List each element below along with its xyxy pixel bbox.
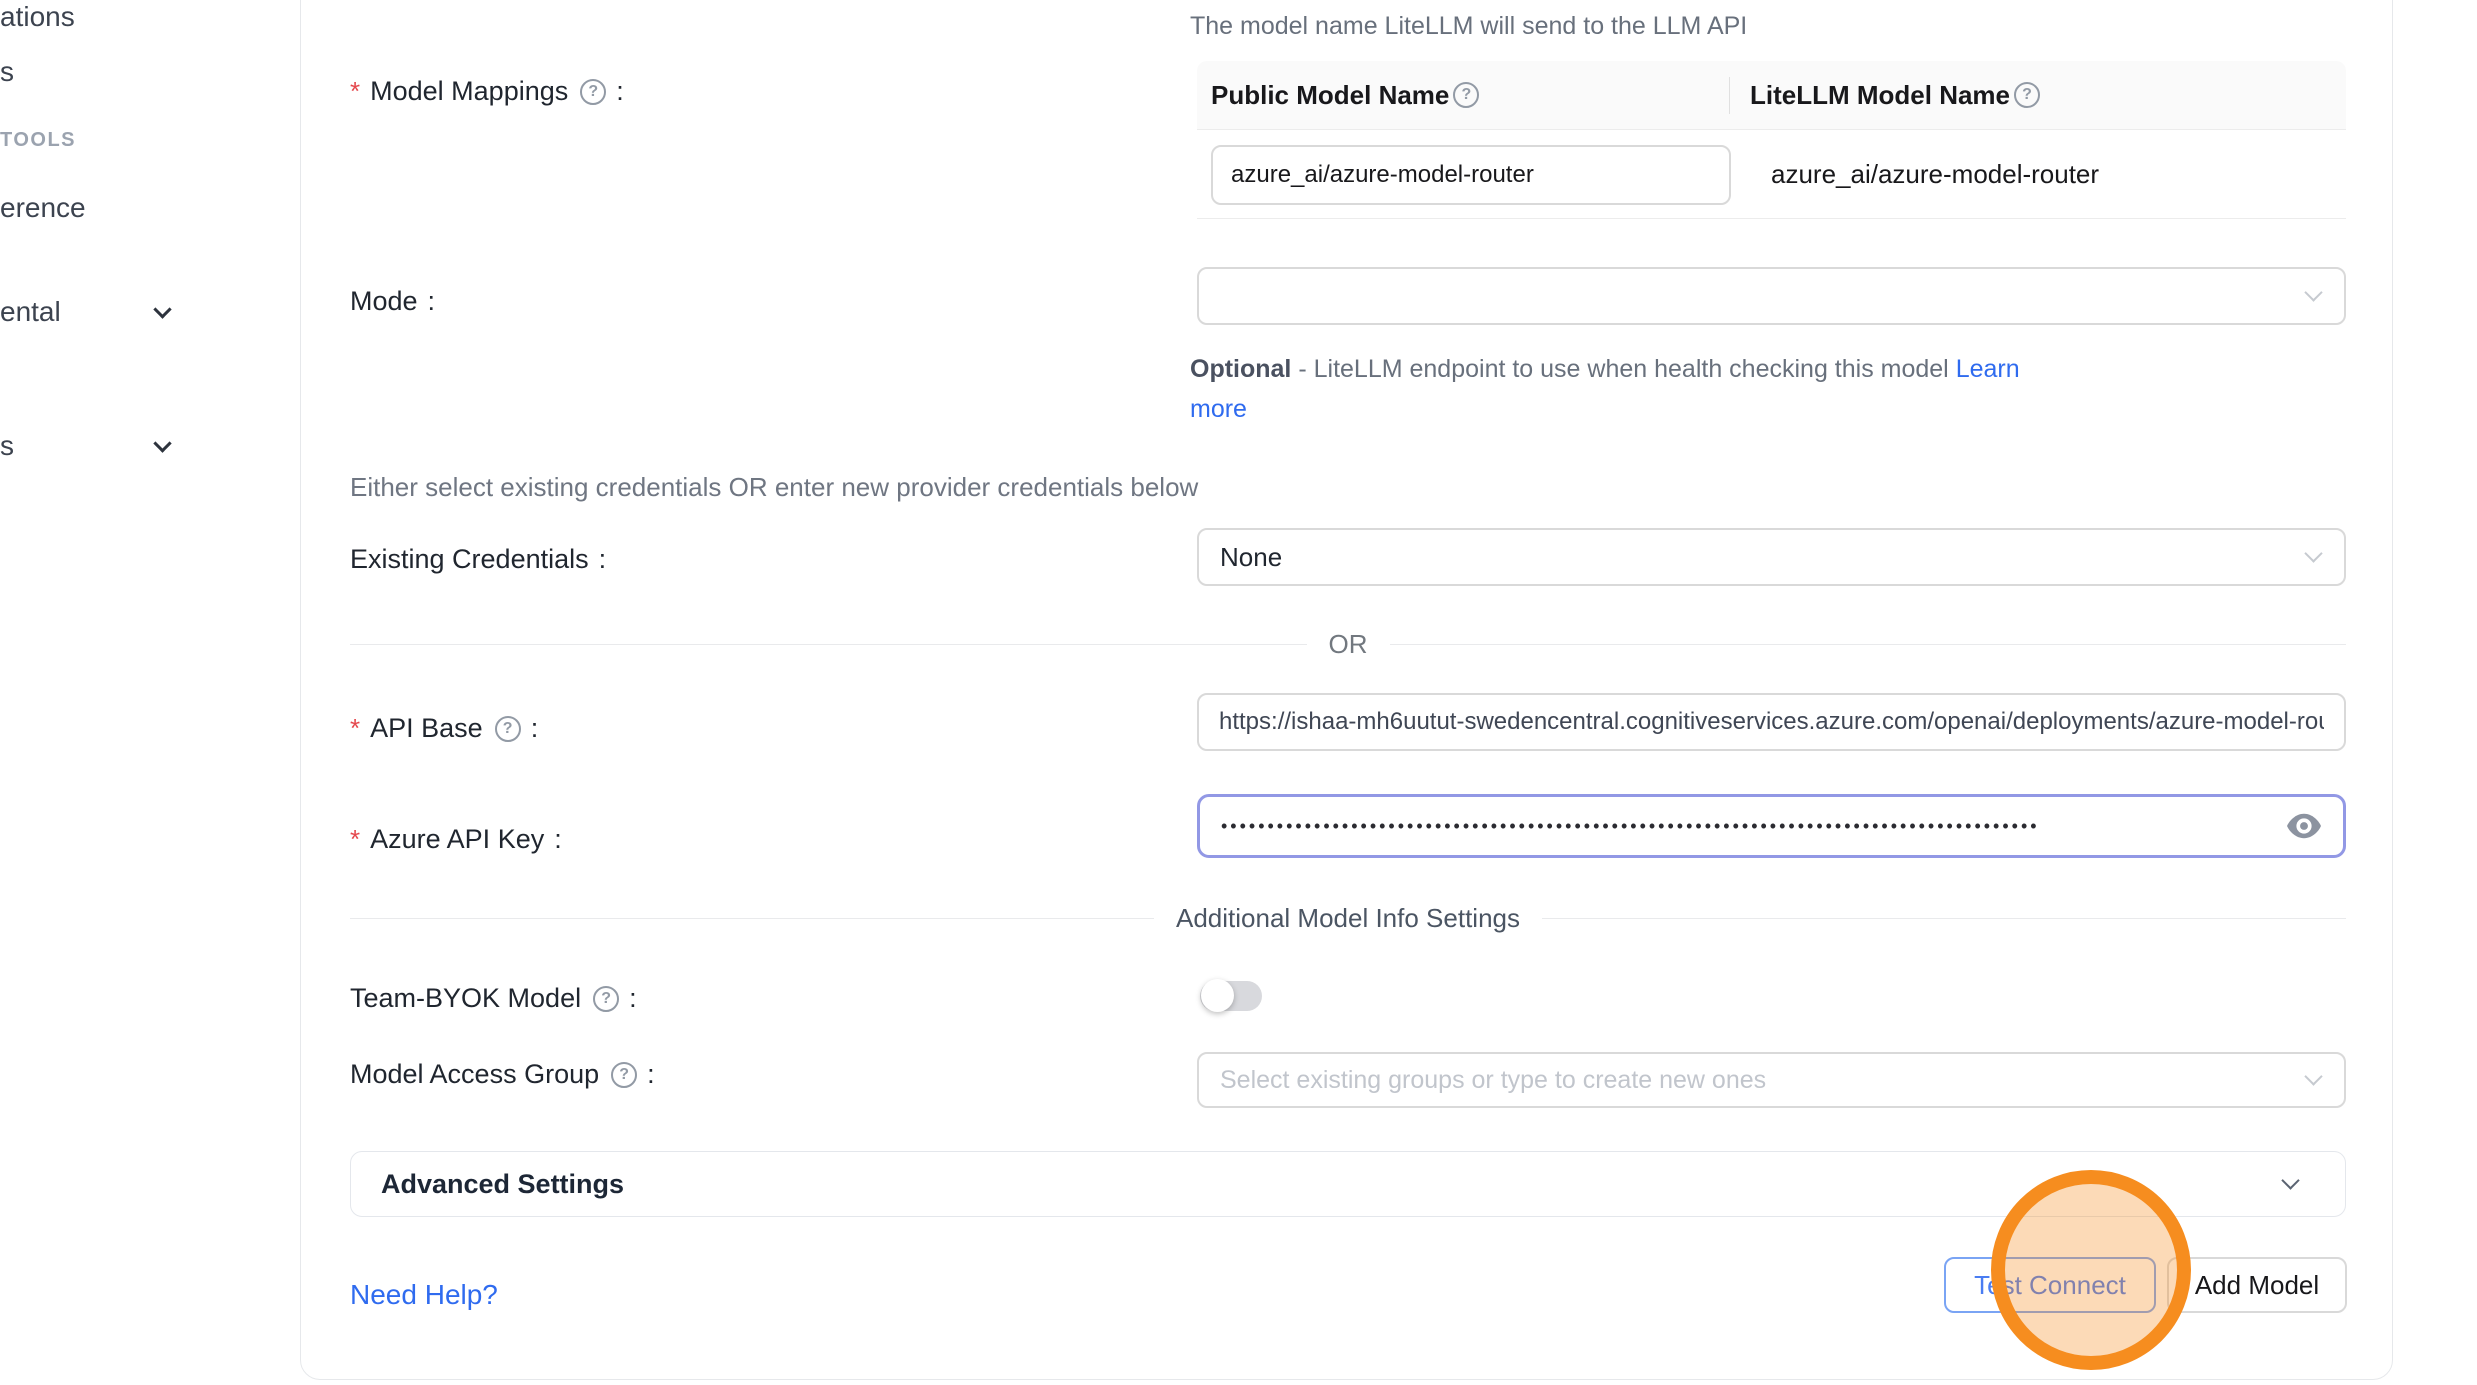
help-question-icon[interactable]: ? xyxy=(1453,82,1479,108)
required-asterisk: * xyxy=(350,824,360,855)
chevron-down-icon xyxy=(2307,286,2320,304)
chevron-down-icon xyxy=(2284,1174,2297,1192)
model-access-group-label: Model Access Group ? : xyxy=(350,1059,655,1090)
required-asterisk: * xyxy=(350,713,360,744)
test-connect-button[interactable]: Test Connect xyxy=(1944,1257,2156,1313)
add-model-page: ations s TOOLS erence ental s The model … xyxy=(0,0,2477,1385)
team-byok-toggle[interactable] xyxy=(1200,981,1262,1011)
mode-hint: Optional - LiteLLM endpoint to use when … xyxy=(1190,349,2030,429)
chevron-down-icon xyxy=(2307,547,2320,565)
learn-more-link[interactable]: more xyxy=(1190,395,1247,423)
api-base-input[interactable] xyxy=(1197,693,2346,751)
sidebar-item-ental[interactable]: ental xyxy=(0,296,61,328)
api-base-label: * API Base ? : xyxy=(350,713,538,744)
table-header: Public Model Name ? LiteLLM Model Name ? xyxy=(1197,61,2346,130)
sidebar-item-s[interactable]: s xyxy=(0,56,14,88)
help-question-icon[interactable]: ? xyxy=(593,986,619,1012)
add-model-button[interactable]: Add Model xyxy=(2167,1257,2347,1313)
or-divider: OR xyxy=(350,629,2346,660)
help-question-icon[interactable]: ? xyxy=(611,1062,637,1088)
table-row: azure_ai/azure-model-router xyxy=(1197,130,2346,219)
existing-credentials-label: Existing Credentials: xyxy=(350,544,606,575)
chevron-down-icon[interactable] xyxy=(156,303,169,321)
column-divider xyxy=(1729,77,1730,114)
toggle-knob xyxy=(1201,979,1234,1012)
masked-password: ••••••••••••••••••••••••••••••••••••••••… xyxy=(1200,816,2250,837)
column-header-litellm-model-name: LiteLLM Model Name xyxy=(1750,80,2010,111)
model-access-group-select[interactable]: Select existing groups or type to create… xyxy=(1197,1052,2346,1108)
azure-api-key-input[interactable]: ••••••••••••••••••••••••••••••••••••••••… xyxy=(1197,794,2346,858)
team-byok-label: Team-BYOK Model ? : xyxy=(350,983,637,1014)
model-mappings-table: Public Model Name ? LiteLLM Model Name ?… xyxy=(1197,61,2346,219)
help-question-icon[interactable]: ? xyxy=(2014,82,2040,108)
eye-icon[interactable] xyxy=(2285,811,2323,841)
advanced-settings-title: Advanced Settings xyxy=(381,1169,624,1200)
sidebar-item-s2[interactable]: s xyxy=(0,430,14,462)
help-question-icon[interactable]: ? xyxy=(495,716,521,742)
sidebar-item-ations[interactable]: ations xyxy=(0,1,75,33)
mode-label: Mode: xyxy=(350,286,435,317)
required-asterisk: * xyxy=(350,76,360,107)
chevron-down-icon xyxy=(2307,1070,2320,1088)
column-header-public-model-name: Public Model Name xyxy=(1211,80,1449,111)
mode-select[interactable] xyxy=(1197,267,2346,325)
sidebar-item-erence[interactable]: erence xyxy=(0,192,86,224)
existing-credentials-select[interactable]: None xyxy=(1197,528,2346,586)
need-help-link[interactable]: Need Help? xyxy=(350,1279,498,1311)
azure-api-key-label: * Azure API Key : xyxy=(350,824,562,855)
learn-more-link[interactable]: Learn xyxy=(1956,355,2020,383)
model-mappings-label: * Model Mappings ? : xyxy=(350,76,624,107)
additional-info-divider: Additional Model Info Settings xyxy=(350,903,2346,934)
credentials-note: Either select existing credentials OR en… xyxy=(350,472,1198,503)
litellm-model-name-value: azure_ai/azure-model-router xyxy=(1750,130,2099,219)
sidebar-section-tools: TOOLS xyxy=(0,129,76,152)
model-name-helper-text: The model name LiteLLM will send to the … xyxy=(1190,12,1747,41)
help-question-icon[interactable]: ? xyxy=(580,79,606,105)
select-placeholder: Select existing groups or type to create… xyxy=(1199,1066,1766,1095)
chevron-down-icon[interactable] xyxy=(156,437,169,455)
public-model-name-input[interactable] xyxy=(1211,145,1731,205)
advanced-settings-panel[interactable]: Advanced Settings xyxy=(350,1151,2346,1217)
